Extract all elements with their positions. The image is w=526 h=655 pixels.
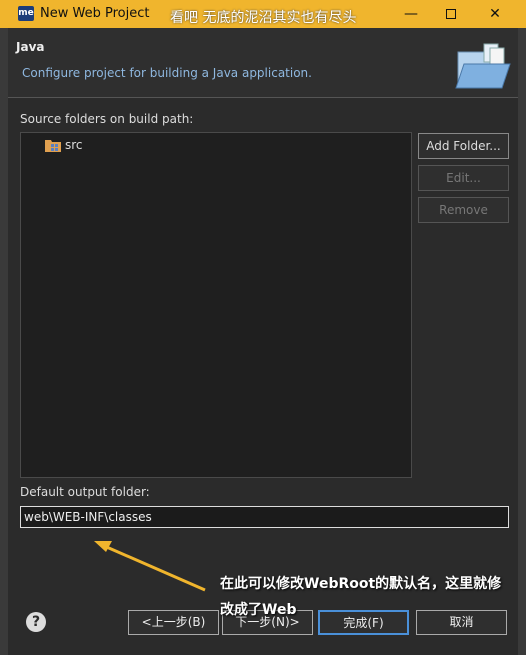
source-folders-tree[interactable]: src — [20, 132, 412, 478]
tree-item-src[interactable]: src — [45, 136, 83, 154]
remove-button[interactable]: Remove — [418, 197, 509, 223]
back-button[interactable]: <上一步(B) — [128, 610, 219, 635]
wizard-header: Java Configure project for building a Ja… — [8, 28, 518, 98]
open-folder-icon — [455, 43, 511, 89]
app-icon: me — [18, 6, 34, 21]
minimize-icon: — — [404, 6, 418, 22]
package-folder-icon — [45, 140, 61, 152]
edit-button[interactable]: Edit... — [418, 165, 509, 191]
title-bar[interactable]: me New Web Project 看吧 无底的泥沼其实也有尽头 — ✕ — [0, 0, 526, 28]
add-folder-button[interactable]: Add Folder... — [418, 133, 509, 159]
annotation-text: 在此可以修改WebRoot的默认名，这里就修改成了Web — [220, 576, 502, 618]
maximize-button[interactable] — [428, 0, 474, 28]
output-folder-label: Default output folder: — [20, 485, 150, 499]
tree-item-label: src — [65, 138, 83, 152]
maximize-icon — [446, 9, 456, 19]
page-title: Java — [16, 40, 45, 54]
page-description: Configure project for building a Java ap… — [22, 66, 312, 80]
close-icon: ✕ — [489, 6, 501, 22]
close-button[interactable]: ✕ — [472, 0, 518, 28]
background-window-right — [518, 28, 526, 655]
source-folders-label: Source folders on build path: — [20, 112, 194, 126]
output-folder-input[interactable]: web\WEB-INF\classes — [20, 506, 509, 528]
help-icon[interactable]: ? — [26, 612, 46, 632]
overlay-caption: 看吧 无底的泥沼其实也有尽头 — [170, 10, 357, 26]
window-title: New Web Project — [40, 6, 150, 21]
background-window-left — [0, 28, 8, 655]
